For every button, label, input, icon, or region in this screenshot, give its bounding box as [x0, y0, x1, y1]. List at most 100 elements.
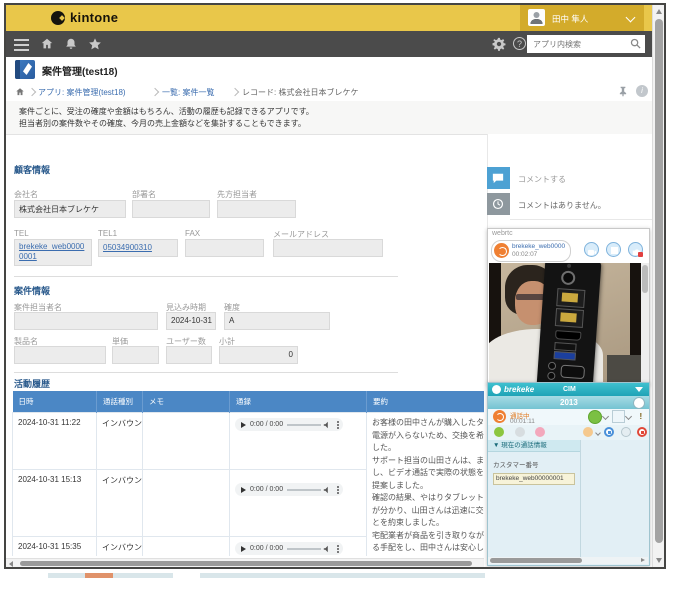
player-time: 0:00 / 0:00 [250, 421, 283, 428]
menu-icon[interactable] [14, 39, 29, 41]
mail-field [273, 239, 383, 257]
cim-minimize-chevron-icon[interactable] [635, 387, 643, 392]
fax-label: FAX [185, 229, 200, 238]
kintone-logo-text[interactable]: kintone [70, 10, 118, 25]
help-icon[interactable]: ? [513, 37, 526, 50]
hangup-record-icon[interactable] [637, 427, 647, 437]
favorites-star-icon[interactable] [88, 37, 102, 51]
line-lamp-pink-icon[interactable] [535, 427, 545, 437]
breadcrumb: アプリ: 案件管理(test18) 一覧: 案件一覧 レコード: 株式会社日本ブ… [6, 82, 652, 102]
current-call-info-section[interactable]: ▼ 現在の通話情報 [488, 440, 580, 452]
volume-icon[interactable] [323, 421, 331, 429]
hold-stop-icon[interactable] [604, 427, 614, 437]
breadcrumb-home-icon[interactable] [15, 87, 25, 97]
breadcrumb-separator [231, 88, 239, 96]
cell-datetime: 2024-10-31 15:13 [13, 470, 97, 537]
summary-paragraph: お客様の田中さんが購入したタブレットが不良品で電源が入らないため、交換を希望して… [372, 417, 484, 455]
pin-icon[interactable] [618, 86, 628, 97]
record-stop-icon[interactable] [606, 242, 621, 257]
department-label: 部署名 [132, 189, 156, 200]
player-progress[interactable] [287, 548, 321, 550]
play-icon[interactable] [241, 546, 246, 552]
global-nav: ? [6, 31, 652, 57]
play-icon[interactable] [241, 487, 246, 493]
department-field [132, 200, 210, 218]
breadcrumb-list-link[interactable]: 一覧: 案件一覧 [162, 87, 214, 98]
summary-paragraph: 宅配業者が商品を引き取りながら新しいものを届ける手配をし、田中さんは安心して対応… [372, 530, 484, 557]
section-heading-customer: 顧客情報 [14, 163, 50, 176]
app-title[interactable]: 案件管理(test18) [42, 63, 118, 78]
home-icon[interactable] [40, 37, 54, 51]
scrollbar-thumb[interactable] [655, 19, 663, 543]
audio-player[interactable]: 0:00 / 0:00 [235, 483, 343, 496]
history-tab[interactable] [487, 193, 510, 215]
kintone-logo-icon[interactable] [51, 11, 65, 25]
activity-table: 日時 通話種別 メモ 通録 要約 2024-10-31 11:22 インバウンド… [12, 391, 484, 556]
cim-header[interactable]: brekeke CIM [488, 383, 649, 396]
contact-field [217, 200, 296, 218]
scroll-down-arrow-icon[interactable] [656, 558, 662, 563]
breadcrumb-app-link[interactable]: アプリ: 案件管理(test18) [38, 87, 126, 98]
line-lamp-green-icon[interactable] [494, 427, 504, 437]
user-menu[interactable]: 田中 隼人 [520, 5, 644, 31]
scroll-right-arrow-icon[interactable] [641, 558, 645, 562]
play-icon[interactable] [241, 422, 246, 428]
video-call-icon[interactable] [584, 242, 599, 257]
search-icon[interactable] [630, 38, 641, 49]
comments-tab[interactable] [487, 167, 510, 189]
queue-status-chevron-icon[interactable] [625, 413, 632, 420]
col-call-type: 通話種別 [97, 391, 143, 413]
agent-status-icon[interactable] [588, 410, 602, 424]
tel1-link[interactable]: 05034900310 [103, 243, 152, 252]
player-progress[interactable] [287, 424, 321, 426]
player-menu-icon[interactable] [337, 486, 339, 488]
fax-field [185, 239, 264, 257]
call-status-icon [493, 410, 506, 423]
summary-paragraph: サポート担当の山田さんは、まず不良の症状を確認し、ビデオ通話で実際の状態を見せて… [372, 455, 484, 493]
player-progress[interactable] [287, 489, 321, 491]
agent-status-chevron-icon[interactable] [602, 413, 609, 420]
customer-number-field[interactable]: brekeke_web00000001 [493, 473, 575, 485]
notifications-bell-icon[interactable] [64, 37, 78, 51]
webrtc-caller-pill: brekeke_web0000 00:02:07 [491, 240, 571, 262]
tel-link[interactable]: brekeke_web00000001 [19, 242, 84, 261]
comment-compose-placeholder: コメントする [518, 174, 566, 185]
settings-gear-icon[interactable] [492, 37, 506, 51]
section-heading-activity: 活動履歴 [14, 377, 50, 390]
webrtc-caller-id: brekeke_web0000 [512, 243, 565, 250]
comment-compose[interactable]: コメントする [510, 167, 652, 194]
app-icon[interactable] [15, 60, 35, 79]
scrollbar-thumb[interactable] [20, 561, 472, 566]
table-horizontal-scrollbar[interactable] [6, 558, 484, 567]
search-input[interactable] [531, 37, 625, 52]
cell-datetime: 2024-10-31 11:22 [13, 413, 97, 470]
queue-status-icon[interactable] [612, 410, 625, 423]
transfer-chevron-icon[interactable] [595, 430, 601, 436]
scrollbar-thumb[interactable] [490, 558, 582, 563]
scroll-left-arrow-icon[interactable] [9, 561, 13, 567]
video-feed [489, 263, 641, 383]
volume-icon[interactable] [323, 545, 331, 553]
camera-capture-icon[interactable] [628, 242, 643, 257]
webrtc-scrollbar[interactable] [641, 263, 649, 383]
more-controls-icon[interactable] [621, 427, 631, 437]
cim-pane-divider [580, 440, 581, 559]
cim-horizontal-scrollbar[interactable] [488, 557, 648, 564]
audio-player[interactable]: 0:00 / 0:00 [235, 418, 343, 431]
page-vertical-scrollbar[interactable] [652, 5, 664, 567]
cim-call-controls [488, 425, 649, 440]
cim-power-icon[interactable] [633, 397, 645, 409]
player-menu-icon[interactable] [337, 421, 339, 423]
cell-memo [143, 413, 230, 470]
line-lamp-gray-icon[interactable] [515, 427, 525, 437]
volume-icon[interactable] [323, 486, 331, 494]
table-row: 2024-10-31 11:22 インバウンド 0:00 / 0:00 お客様の… [13, 413, 485, 470]
divider [14, 276, 398, 277]
cell-recording: 0:00 / 0:00 [230, 470, 367, 537]
webrtc-call-timer: 00:02:07 [512, 251, 537, 258]
scroll-up-arrow-icon[interactable] [656, 9, 662, 14]
transfer-icon[interactable] [583, 427, 593, 437]
audio-player[interactable]: 0:00 / 0:00 [235, 542, 343, 555]
player-menu-icon[interactable] [337, 545, 339, 547]
info-icon[interactable]: i [636, 85, 648, 97]
